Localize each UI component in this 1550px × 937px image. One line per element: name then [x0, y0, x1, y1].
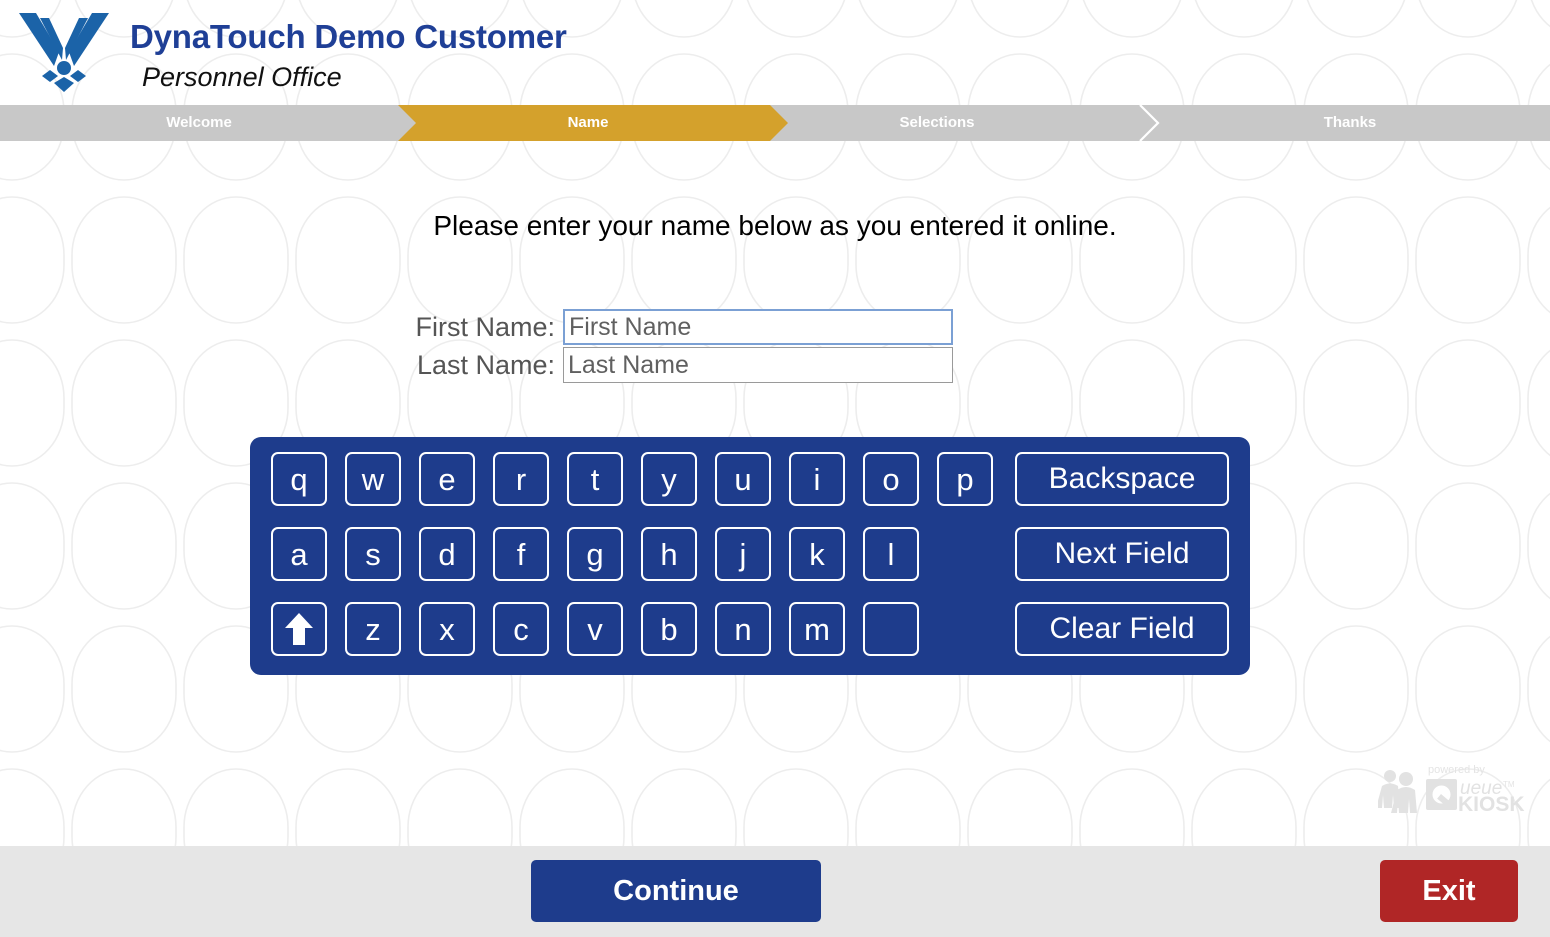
- keyboard-row-2: a s d f g h j k l Next Field: [250, 527, 1250, 602]
- key-m[interactable]: m: [789, 602, 845, 656]
- footer-bar: Continue Exit: [0, 846, 1550, 937]
- instruction-text: Please enter your name below as you ente…: [433, 210, 1117, 241]
- key-backspace[interactable]: Backspace: [1015, 452, 1229, 506]
- key-p[interactable]: p: [937, 452, 993, 506]
- first-name-row: First Name:: [0, 309, 1550, 345]
- key-x[interactable]: x: [419, 602, 475, 656]
- organization-subtitle: Personnel Office: [142, 62, 342, 92]
- progress-step-bar: [0, 105, 1550, 141]
- organization-title: DynaTouch Demo Customer: [130, 18, 567, 55]
- key-u[interactable]: u: [715, 452, 771, 506]
- key-next-field[interactable]: Next Field: [1015, 527, 1229, 581]
- key-g[interactable]: g: [567, 527, 623, 581]
- key-t[interactable]: t: [567, 452, 623, 506]
- key-v[interactable]: v: [567, 602, 623, 656]
- key-i[interactable]: i: [789, 452, 845, 506]
- key-c[interactable]: c: [493, 602, 549, 656]
- air-force-wings-logo: [19, 13, 109, 92]
- key-b[interactable]: b: [641, 602, 697, 656]
- exit-button[interactable]: Exit: [1380, 860, 1518, 922]
- key-n[interactable]: n: [715, 602, 771, 656]
- up-arrow-icon: [285, 613, 313, 645]
- key-s[interactable]: s: [345, 527, 401, 581]
- key-l[interactable]: l: [863, 527, 919, 581]
- kiosk-wordmark: KIOSK: [1458, 793, 1525, 816]
- key-k[interactable]: k: [789, 527, 845, 581]
- key-space[interactable]: [863, 602, 919, 656]
- key-f[interactable]: f: [493, 527, 549, 581]
- key-shift[interactable]: [271, 602, 327, 656]
- key-d[interactable]: d: [419, 527, 475, 581]
- key-h[interactable]: h: [641, 527, 697, 581]
- powered-by-text: powered by: [1428, 764, 1485, 776]
- key-z[interactable]: z: [345, 602, 401, 656]
- continue-button[interactable]: Continue: [531, 860, 821, 922]
- key-r[interactable]: r: [493, 452, 549, 506]
- last-name-label: Last Name:: [416, 349, 555, 380]
- key-o[interactable]: o: [863, 452, 919, 506]
- key-e[interactable]: e: [419, 452, 475, 506]
- name-form: First Name: Last Name:: [0, 309, 1550, 385]
- key-clear-field[interactable]: Clear Field: [1015, 602, 1229, 656]
- keyboard-row-3: z x c v b n m Clear Field: [250, 602, 1250, 677]
- key-j[interactable]: j: [715, 527, 771, 581]
- page-header: DynaTouch Demo Customer Personnel Office: [0, 0, 1550, 105]
- last-name-row: Last Name:: [0, 347, 1550, 383]
- queuekiosk-brand-watermark: powered by ueue TM KIOSK: [1378, 764, 1525, 816]
- first-name-label: First Name:: [415, 311, 555, 342]
- trademark-symbol: TM: [1503, 780, 1515, 789]
- key-w[interactable]: w: [345, 452, 401, 506]
- first-name-input[interactable]: [563, 309, 953, 345]
- key-y[interactable]: y: [641, 452, 697, 506]
- key-q[interactable]: q: [271, 452, 327, 506]
- last-name-input[interactable]: [563, 347, 953, 383]
- main-content: Please enter your name below as you ente…: [0, 141, 1550, 846]
- on-screen-keyboard: q w e r t y u i o p Backspace a s d f g …: [250, 437, 1250, 675]
- key-a[interactable]: a: [271, 527, 327, 581]
- keyboard-row-1: q w e r t y u i o p Backspace: [250, 452, 1250, 527]
